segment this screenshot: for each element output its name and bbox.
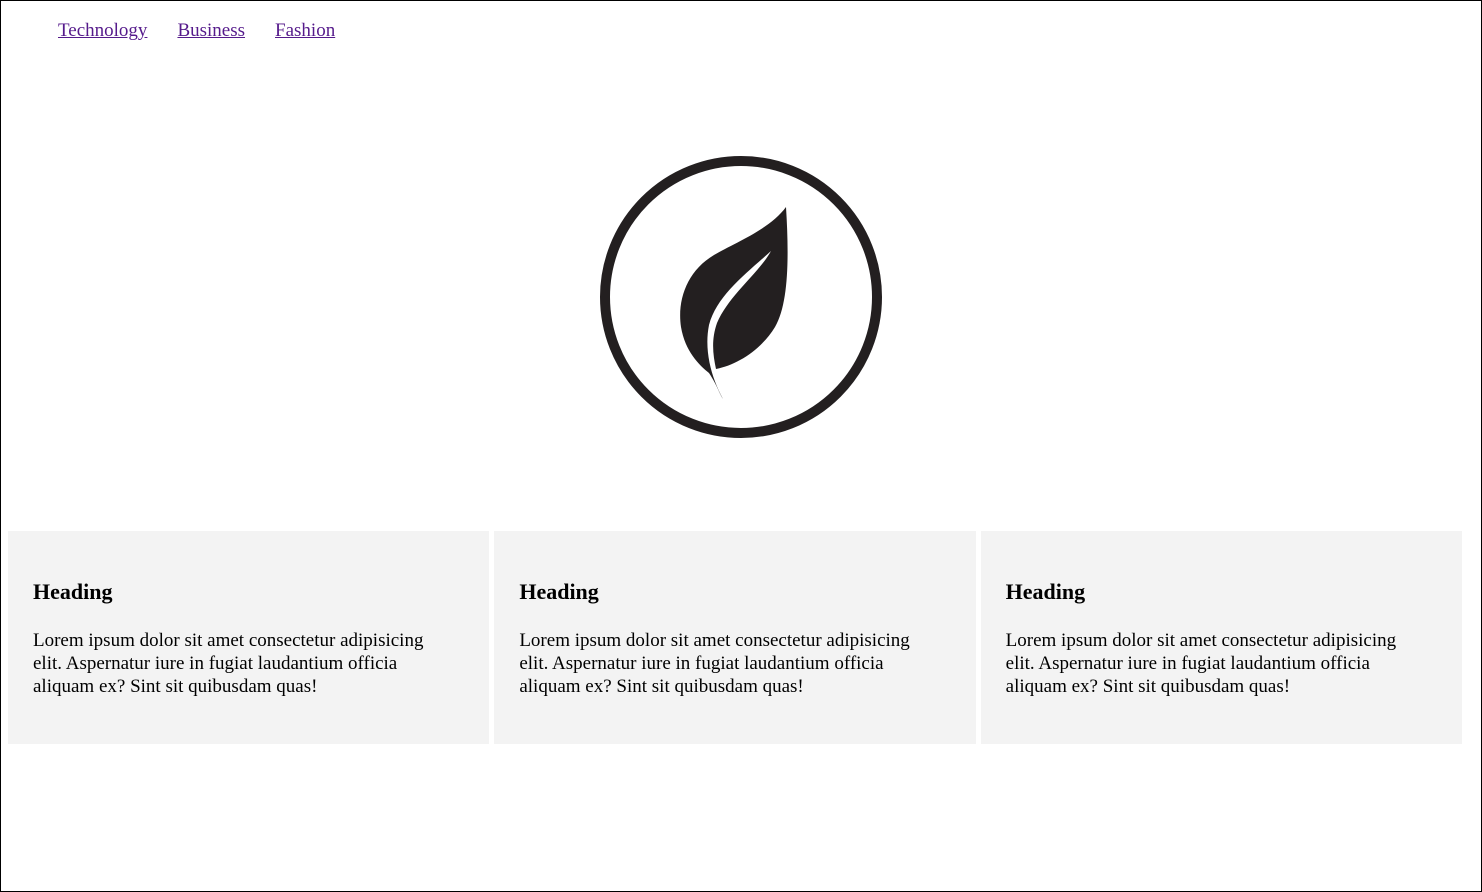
card-heading: Heading — [519, 579, 599, 604]
card-1: Heading Lorem ipsum dolor sit amet conse… — [8, 531, 490, 744]
top-nav: Technology Business Fashion — [58, 20, 335, 42]
nav-link-business[interactable]: Business — [177, 20, 245, 41]
page-frame — [0, 0, 1482, 892]
card-heading: Heading — [33, 579, 113, 604]
nav-item-fashion: Fashion — [275, 20, 335, 42]
card-3: Heading Lorem ipsum dolor sit amet conse… — [980, 531, 1462, 744]
card-body: Lorem ipsum dolor sit amet consectetur a… — [33, 630, 424, 697]
card-body: Lorem ipsum dolor sit amet consectetur a… — [519, 630, 910, 697]
nav-item-technology: Technology — [58, 20, 147, 42]
nav-item-business: Business — [177, 20, 245, 42]
cards-row: Heading Lorem ipsum dolor sit amet conse… — [8, 531, 1462, 744]
card-2: Heading Lorem ipsum dolor sit amet conse… — [494, 531, 976, 744]
card-body: Lorem ipsum dolor sit amet consectetur a… — [1005, 630, 1397, 697]
leaf-logo — [599, 155, 883, 439]
leaf-in-circle-icon — [600, 156, 882, 438]
card-heading: Heading — [1005, 579, 1086, 604]
leaf-shape — [680, 207, 788, 399]
nav-link-technology[interactable]: Technology — [58, 20, 147, 41]
nav-link-fashion[interactable]: Fashion — [275, 20, 335, 41]
